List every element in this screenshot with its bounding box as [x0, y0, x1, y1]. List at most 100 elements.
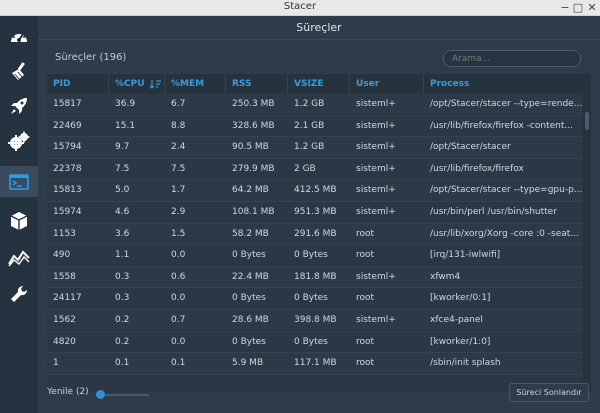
- refresh-label: Yenile (2): [47, 387, 89, 397]
- cell-pid: 15794: [53, 142, 82, 153]
- table-header: PID %CPU %MEM RSS VSIZE User Process: [47, 74, 591, 94]
- footer: Yenile (2) Süreci Sonlandır: [38, 376, 600, 413]
- broom-icon: [12, 61, 25, 80]
- table-scrollbar[interactable]: [583, 94, 591, 392]
- table-row[interactable]: 1562 0.2 0.7 28.6 MB 398.8 MB sisteml+ xfce4-p…: [47, 310, 583, 332]
- cell-process: /usr/lib/firefox/firefox -content...: [430, 120, 573, 131]
- cell-cpu: 0.3: [115, 271, 130, 282]
- cell-user: root: [356, 250, 375, 261]
- table-row[interactable]: 15817 36.9 6.7 250.3 MB 1.2 GB sisteml+ /opt/S…: [47, 94, 583, 116]
- cell-mem: 0.1: [171, 358, 186, 369]
- cell-vsize: 2.1 GB: [294, 120, 325, 131]
- table-row[interactable]: 15813 5.0 1.7 64.2 MB 412.5 MB sisteml+ /opt/S…: [47, 180, 583, 202]
- table-row[interactable]: 4820 0.2 0.0 0 Bytes 0 Bytes root [kworker/1:0…: [47, 331, 583, 354]
- cell-process: xfce4-panel: [430, 315, 483, 325]
- cell-user: sisteml+: [356, 185, 396, 196]
- search-input[interactable]: [443, 50, 581, 67]
- cell-mem: 8.8: [171, 120, 186, 131]
- table-row[interactable]: 22469 15.1 8.8 328.6 MB 2.1 GB sisteml+ /usr/l…: [47, 115, 583, 138]
- cell-pid: 1153: [53, 228, 76, 239]
- cell-process: /opt/Stacer/stacer --type=rende...: [430, 99, 583, 109]
- process-table: PID %CPU %MEM RSS VSIZE User Process 158…: [47, 74, 591, 392]
- cell-mem: 1.7: [171, 185, 186, 196]
- table-row[interactable]: 1 0.1 0.1 5.9 MB 117.1 MB root/sbin/init spla…: [47, 353, 583, 375]
- cell-mem: 2.4: [171, 142, 186, 153]
- cell-vsize: 0 Bytes: [294, 336, 328, 347]
- cell-mem: 0.7: [171, 315, 186, 325]
- cell-process: /usr/lib/xorg/Xorg -core :0 -seat...: [430, 228, 579, 239]
- cell-process: [kworker/1:0]: [430, 336, 491, 347]
- sidebar-item-cleaner[interactable]: [0, 55, 38, 86]
- cell-cpu: 9.7: [115, 142, 130, 153]
- sidebar-item-startup[interactable]: [0, 90, 38, 121]
- cell-mem: 0.6: [171, 271, 186, 282]
- table-row[interactable]: 15794 9.7 2.4 90.5 MB 1.2 GB sisteml+ /opt/Sta…: [47, 137, 583, 159]
- cell-vsize: 1.2 GB: [294, 99, 325, 109]
- cell-vsize: 1.2 GB: [294, 142, 325, 153]
- table-row[interactable]: 1558 0.3 0.6 22.4 MB 181.8 MB sisteml+ xfwm4: [47, 266, 583, 289]
- column-header-mem[interactable]: %MEM: [165, 74, 226, 94]
- column-header-pid[interactable]: PID: [47, 74, 109, 94]
- column-header-rss[interactable]: RSS: [226, 74, 288, 94]
- gears-icon: [8, 131, 30, 151]
- cell-cpu: 5.0: [115, 185, 130, 196]
- column-header-process[interactable]: Process: [424, 74, 583, 94]
- table-row[interactable]: 1153 3.6 1.5 58.2 MB 291.6 MB root/usr/lib/xo…: [47, 223, 583, 246]
- cell-rss: 64.2 MB: [232, 185, 269, 196]
- cell-user: sisteml+: [356, 120, 396, 131]
- cell-rss: 0 Bytes: [232, 293, 266, 304]
- column-header-user[interactable]: User: [350, 74, 424, 94]
- cell-rss: 0 Bytes: [232, 336, 266, 347]
- cell-cpu: 0.2: [115, 315, 130, 325]
- cell-user: sisteml+: [356, 142, 396, 153]
- table-row[interactable]: 490 1.1 0.0 0 Bytes 0 Bytes root [irq/131-iwlw…: [47, 245, 583, 267]
- table-row[interactable]: 24117 0.3 0.0 0 Bytes 0 Bytes root [kworker/0:…: [47, 288, 583, 310]
- cell-pid: 15817: [53, 99, 82, 109]
- refresh-interval-slider[interactable]: [95, 390, 151, 400]
- sidebar-item-processes[interactable]: [0, 166, 38, 197]
- window-titlebar: Stacer − □ ✕: [0, 0, 600, 16]
- cell-user: root: [356, 358, 375, 369]
- cell-rss: 250.3 MB: [232, 99, 275, 109]
- sidebar-item-resources[interactable]: [0, 242, 38, 273]
- cell-cpu: 4.6: [115, 207, 130, 217]
- sidebar-item-settings[interactable]: [0, 279, 38, 310]
- cell-pid: 1: [53, 358, 59, 369]
- sidebar-item-dashboard[interactable]: [0, 20, 38, 51]
- cell-pid: 4820: [53, 336, 76, 347]
- column-header-vsize[interactable]: VSIZE: [288, 74, 350, 94]
- slider-knob[interactable]: [96, 390, 105, 399]
- cell-process: [kworker/0:1]: [430, 293, 491, 304]
- cell-rss: 90.5 MB: [232, 142, 269, 153]
- cell-pid: 1562: [53, 315, 76, 325]
- cell-mem: 1.5: [171, 228, 186, 239]
- close-button[interactable]: ✕: [586, 2, 598, 14]
- cell-cpu: 15.1: [115, 120, 136, 131]
- cell-rss: 0 Bytes: [232, 250, 266, 261]
- cell-vsize: 291.6 MB: [294, 228, 337, 239]
- cell-rss: 58.2 MB: [232, 228, 269, 239]
- cell-pid: 24117: [53, 293, 82, 304]
- sidebar-item-uninstaller[interactable]: [0, 205, 38, 236]
- speedometer-icon: [11, 30, 27, 42]
- cell-vsize: 0 Bytes: [294, 293, 328, 304]
- cell-user: sisteml+: [356, 315, 396, 325]
- end-process-button[interactable]: Süreci Sonlandır: [509, 383, 589, 402]
- cell-mem: 7.5: [171, 163, 186, 174]
- cell-rss: 279.9 MB: [232, 163, 275, 174]
- minimize-button[interactable]: −: [559, 2, 571, 14]
- cell-mem: 0.0: [171, 250, 186, 261]
- cell-vsize: 181.8 MB: [294, 271, 337, 282]
- cell-rss: 28.6 MB: [232, 315, 269, 325]
- sidebar-item-services[interactable]: [0, 125, 38, 156]
- scrollbar-thumb[interactable]: [585, 112, 589, 130]
- cell-pid: 15813: [53, 185, 82, 196]
- cell-vsize: 117.1 MB: [294, 358, 337, 369]
- cell-pid: 15974: [53, 207, 82, 217]
- table-row[interactable]: 22378 7.5 7.5 279.9 MB 2 GB sisteml+ /usr/lib/…: [47, 158, 583, 181]
- maximize-button[interactable]: □: [572, 2, 584, 14]
- table-row[interactable]: 15974 4.6 2.9 108.1 MB 951.3 MB sisteml+ /usr/…: [47, 202, 583, 224]
- sort-descending-icon: [150, 80, 161, 89]
- cell-rss: 5.9 MB: [232, 358, 264, 369]
- cell-cpu: 7.5: [115, 163, 130, 174]
